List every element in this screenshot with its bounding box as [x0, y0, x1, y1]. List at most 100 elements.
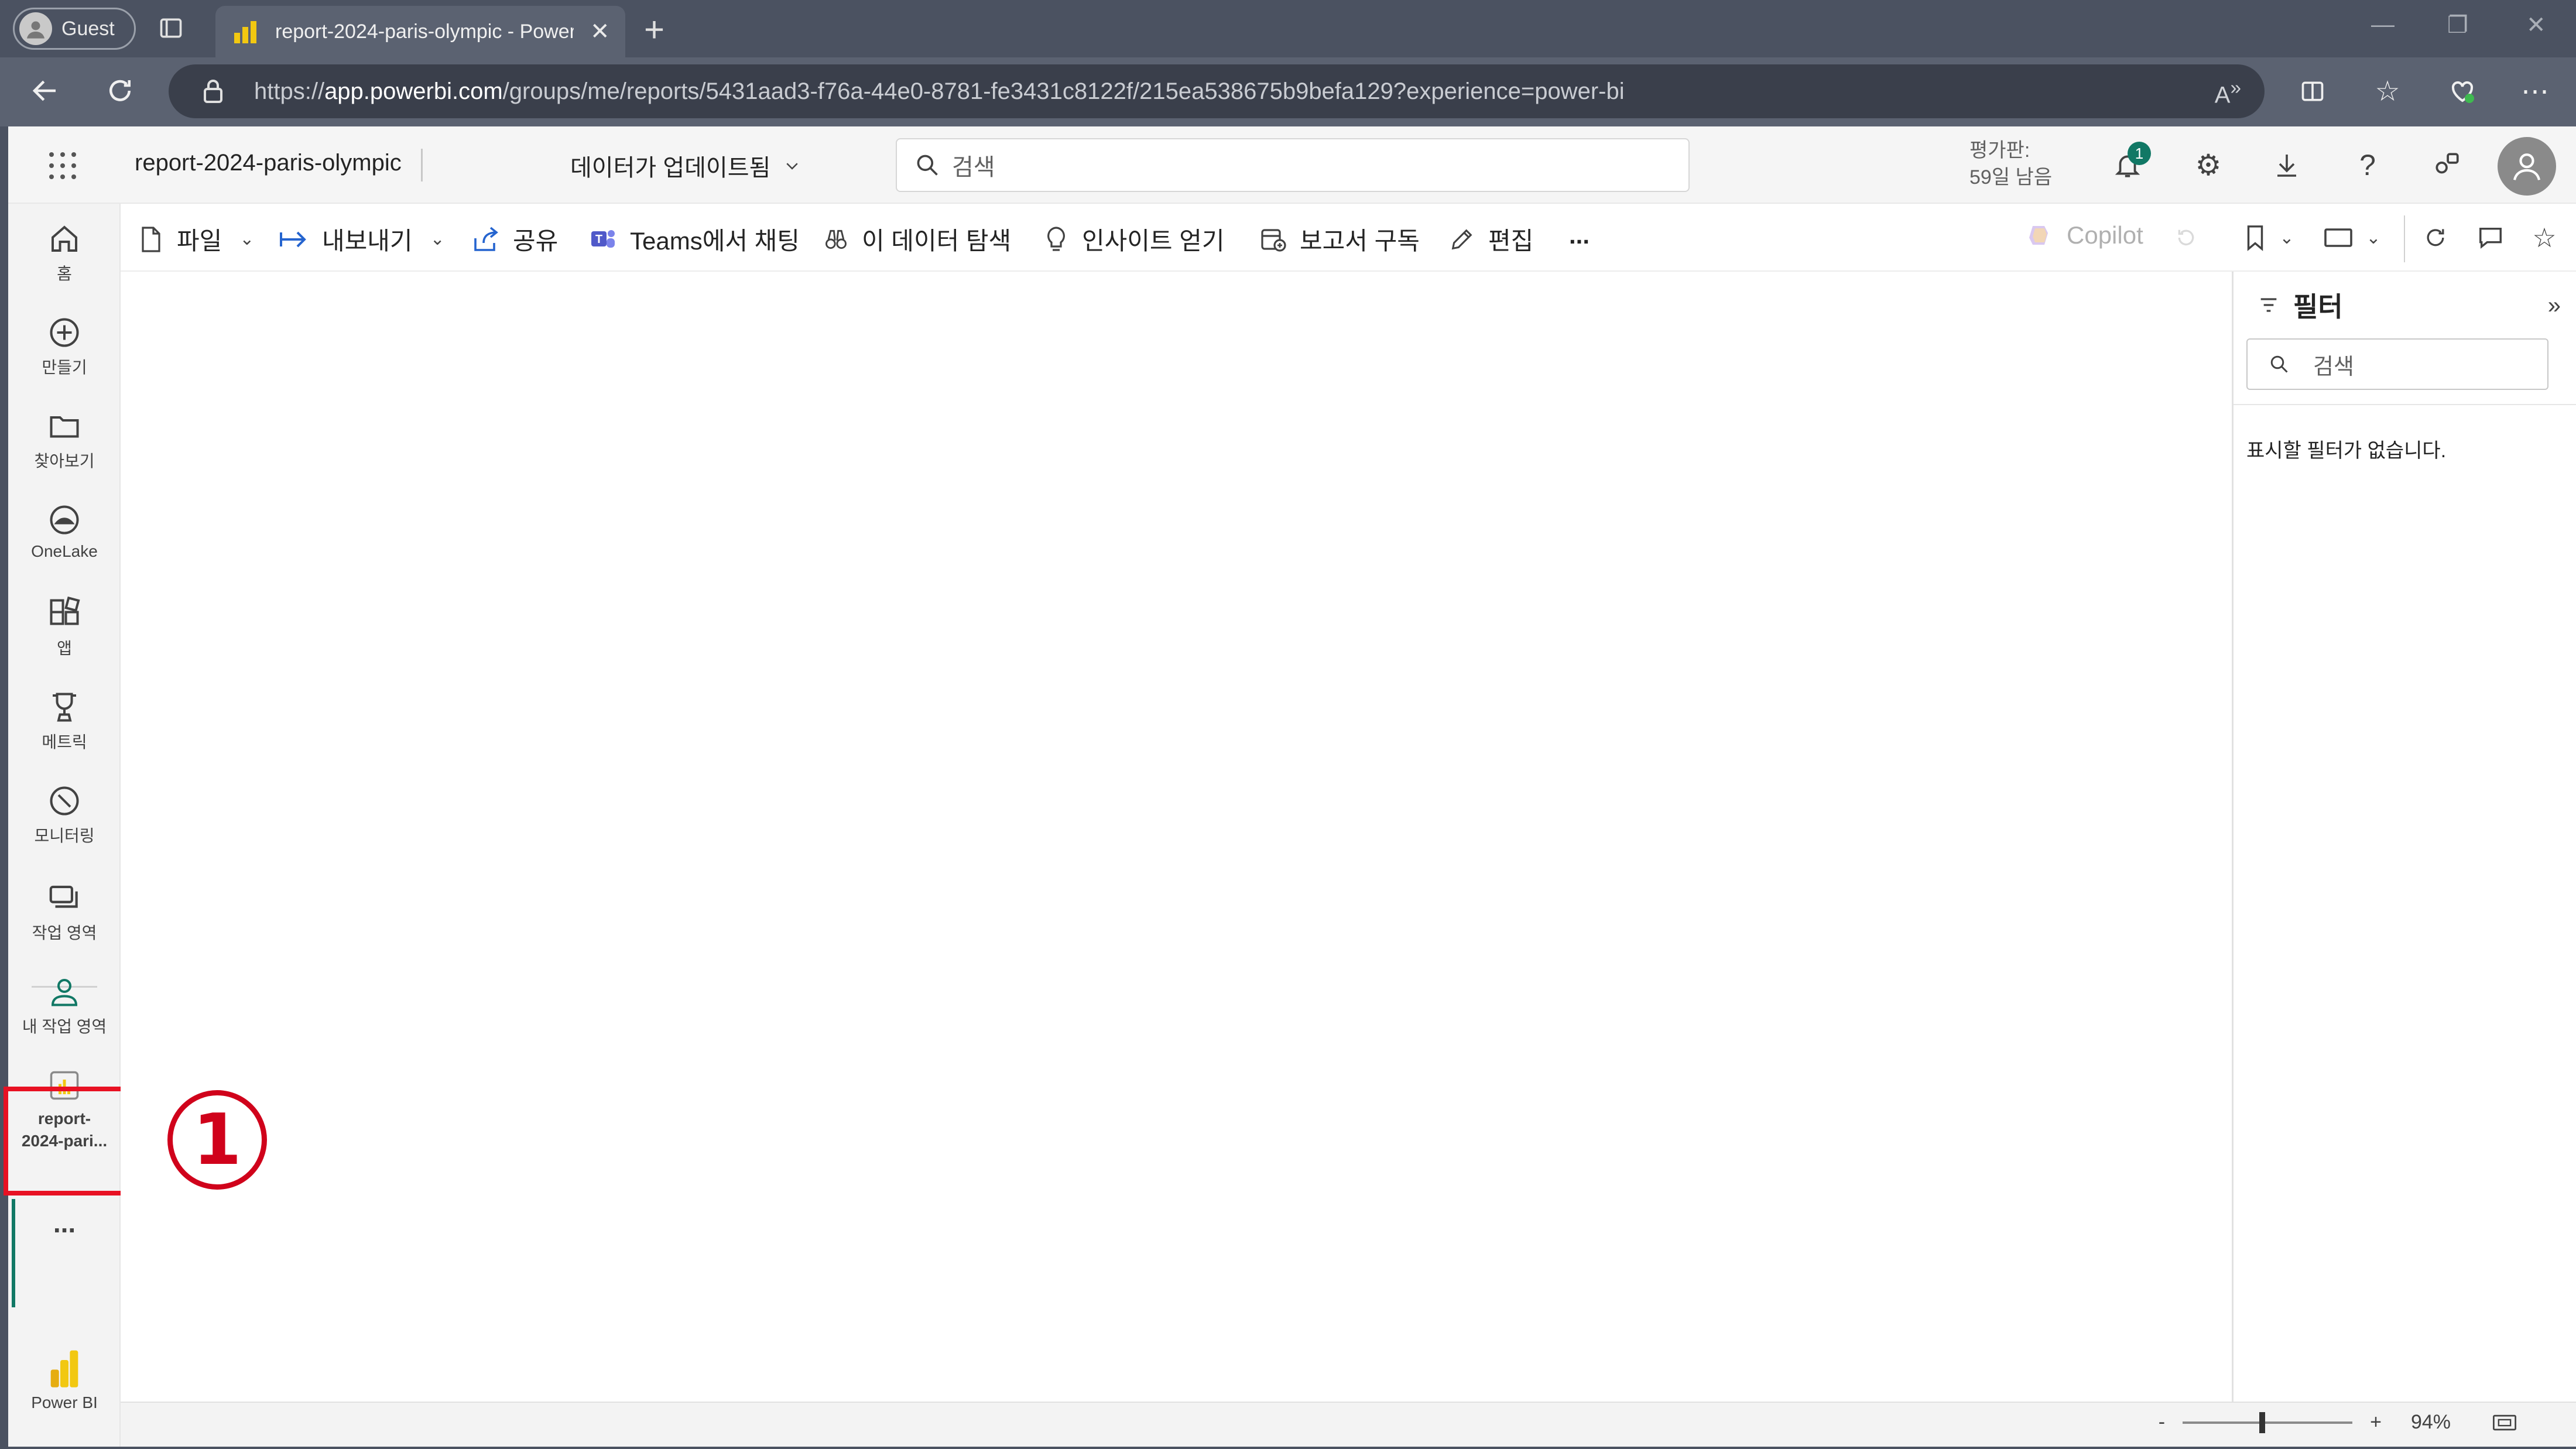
url-field[interactable]: https://app.powerbi.com/groups/me/report…: [169, 64, 2265, 118]
copilot-button[interactable]: Copilot: [2026, 221, 2143, 249]
data-updated-dropdown[interactable]: 데이터가 업데이트됨: [570, 149, 801, 183]
nav-more-button[interactable]: ...: [8, 1207, 121, 1239]
nav-label-my-workspace: 내 작업 영역: [22, 1018, 107, 1036]
report-canvas[interactable]: [121, 272, 2228, 1402]
close-tab-icon[interactable]: ✕: [590, 18, 610, 45]
nav-item-onelake[interactable]: OneLake: [8, 491, 121, 561]
nav-item-create[interactable]: 만들기: [8, 303, 121, 378]
global-search-input[interactable]: 검색: [896, 138, 1690, 192]
settings-icon[interactable]: ⚙: [2191, 148, 2226, 183]
split-screen-icon[interactable]: [2296, 75, 2329, 108]
collapse-filter-icon[interactable]: »: [2548, 293, 2561, 319]
nav-label-metrics: 메트릭: [42, 733, 87, 751]
chevron-down-icon: ⌄: [239, 229, 255, 249]
filter-search-input[interactable]: 검색: [2246, 338, 2548, 390]
browser-tab-bar: Guest report-2024-paris-olympic - Power …: [0, 0, 2576, 57]
more-commands-button[interactable]: ...: [1569, 221, 1590, 249]
minimize-icon[interactable]: —: [2371, 12, 2395, 38]
filter-title: 필터: [2293, 292, 2343, 322]
feedback-icon[interactable]: [2429, 148, 2464, 183]
reset-icon[interactable]: [2170, 221, 2202, 254]
close-window-icon[interactable]: ✕: [2526, 12, 2546, 39]
browser-tab-active[interactable]: report-2024-paris-olympic - Power BI ✕: [215, 6, 625, 57]
notification-badge: 1: [2128, 142, 2151, 165]
zoom-slider[interactable]: [2183, 1412, 2353, 1433]
export-menu-button[interactable]: 내보내기 ⌄: [279, 221, 445, 257]
powerbi-favicon-icon: [234, 20, 258, 43]
nav-label-onelake: OneLake: [31, 542, 98, 560]
zoom-out-button[interactable]: -: [2159, 1411, 2165, 1434]
url-path: /groups/me/reports/5431aad3-f76a-44e0-87…: [502, 78, 1625, 104]
report-title[interactable]: report-2024-paris-olympic: [135, 150, 402, 176]
browser-menu-icon[interactable]: ⋯: [2519, 75, 2551, 108]
nav-item-metrics[interactable]: 메트릭: [8, 678, 121, 753]
export-label: 내보내기: [322, 227, 413, 255]
favorite-star-icon[interactable]: ☆: [2528, 221, 2561, 254]
view-chevron-icon[interactable]: ⌄: [2357, 221, 2390, 254]
nav-item-workspaces[interactable]: 작업 영역: [8, 869, 121, 944]
tab-actions-icon[interactable]: [158, 15, 184, 41]
nav-item-my-workspace[interactable]: 내 작업 영역: [8, 962, 121, 1037]
search-placeholder: 검색: [952, 155, 995, 180]
nav-item-apps[interactable]: 앱: [8, 584, 121, 659]
nav-label-monitor: 모니터링: [34, 827, 95, 845]
view-icon[interactable]: [2322, 221, 2355, 254]
nav-item-home[interactable]: 홈: [8, 210, 121, 285]
file-menu-button[interactable]: 파일 ⌄: [138, 221, 254, 257]
edit-button[interactable]: 편집: [1448, 221, 1533, 257]
new-tab-icon[interactable]: +: [644, 9, 664, 50]
nav-item-monitor[interactable]: 모니터링: [8, 772, 121, 847]
nav-label-browse: 찾아보기: [34, 452, 95, 470]
export-icon: [280, 231, 306, 247]
bookmark-icon[interactable]: [2239, 221, 2272, 254]
insights-label: 인사이트 얻기: [1082, 227, 1225, 255]
workspaces-icon: [49, 885, 78, 908]
fit-to-page-icon[interactable]: [2492, 1412, 2517, 1433]
restore-icon[interactable]: ❐: [2447, 12, 2468, 39]
trial-status[interactable]: 평가판: 59일 남음: [1969, 137, 2052, 191]
subscribe-report-button[interactable]: 보고서 구독: [1259, 221, 1420, 257]
favorites-icon[interactable]: ☆: [2371, 75, 2404, 108]
file-icon: [142, 226, 160, 252]
data-updated-label: 데이터가 업데이트됨: [570, 155, 771, 181]
url-prefix: https://: [254, 78, 325, 104]
zoom-in-button[interactable]: +: [2370, 1411, 2382, 1434]
nav-label-workspaces: 작업 영역: [32, 924, 97, 942]
refresh-visuals-icon[interactable]: [2419, 221, 2452, 254]
user-avatar-icon[interactable]: [2498, 137, 2556, 196]
comment-icon[interactable]: [2474, 221, 2507, 254]
zoom-slider-thumb[interactable]: [2259, 1412, 2266, 1433]
lock-icon[interactable]: [201, 78, 237, 104]
search-icon: [2270, 355, 2288, 373]
copilot-icon: [2029, 226, 2048, 245]
read-aloud-icon[interactable]: A»: [2215, 77, 2241, 108]
notifications-button[interactable]: 1: [2110, 142, 2151, 183]
share-icon: [474, 227, 498, 251]
nav-item-browse[interactable]: 찾아보기: [8, 397, 121, 472]
lightbulb-icon: [1047, 226, 1065, 251]
create-icon: [50, 318, 79, 347]
chevron-down-icon: ⌄: [430, 229, 445, 249]
teams-label: Teams에서 채팅: [630, 227, 800, 255]
back-icon[interactable]: [29, 75, 61, 114]
teams-chat-button[interactable]: T Teams에서 채팅: [589, 221, 800, 257]
apps-icon: [50, 596, 80, 625]
zoom-control: - + 94%: [2159, 1411, 2517, 1434]
app-launcher-icon[interactable]: [49, 152, 76, 179]
help-icon[interactable]: ?: [2350, 148, 2385, 183]
explore-data-button[interactable]: 이 데이터 탐색: [823, 221, 1011, 257]
browser-essentials-icon[interactable]: [2446, 75, 2479, 108]
chevron-down-icon: [786, 163, 798, 170]
bookmark-chevron-icon[interactable]: ⌄: [2270, 221, 2303, 254]
powerbi-brand[interactable]: Power BI: [8, 1345, 121, 1412]
share-label: 공유: [513, 227, 559, 255]
profile-button[interactable]: Guest: [13, 8, 136, 50]
refresh-icon[interactable]: [104, 75, 136, 114]
profile-label: Guest: [61, 17, 115, 40]
share-button[interactable]: 공유: [472, 221, 558, 257]
get-insights-button[interactable]: 인사이트 얻기: [1043, 221, 1225, 257]
command-divider: [2404, 215, 2405, 262]
download-icon[interactable]: [2269, 148, 2304, 183]
url-host: app.powerbi.com: [324, 78, 503, 104]
binoculars-icon: [825, 229, 847, 249]
